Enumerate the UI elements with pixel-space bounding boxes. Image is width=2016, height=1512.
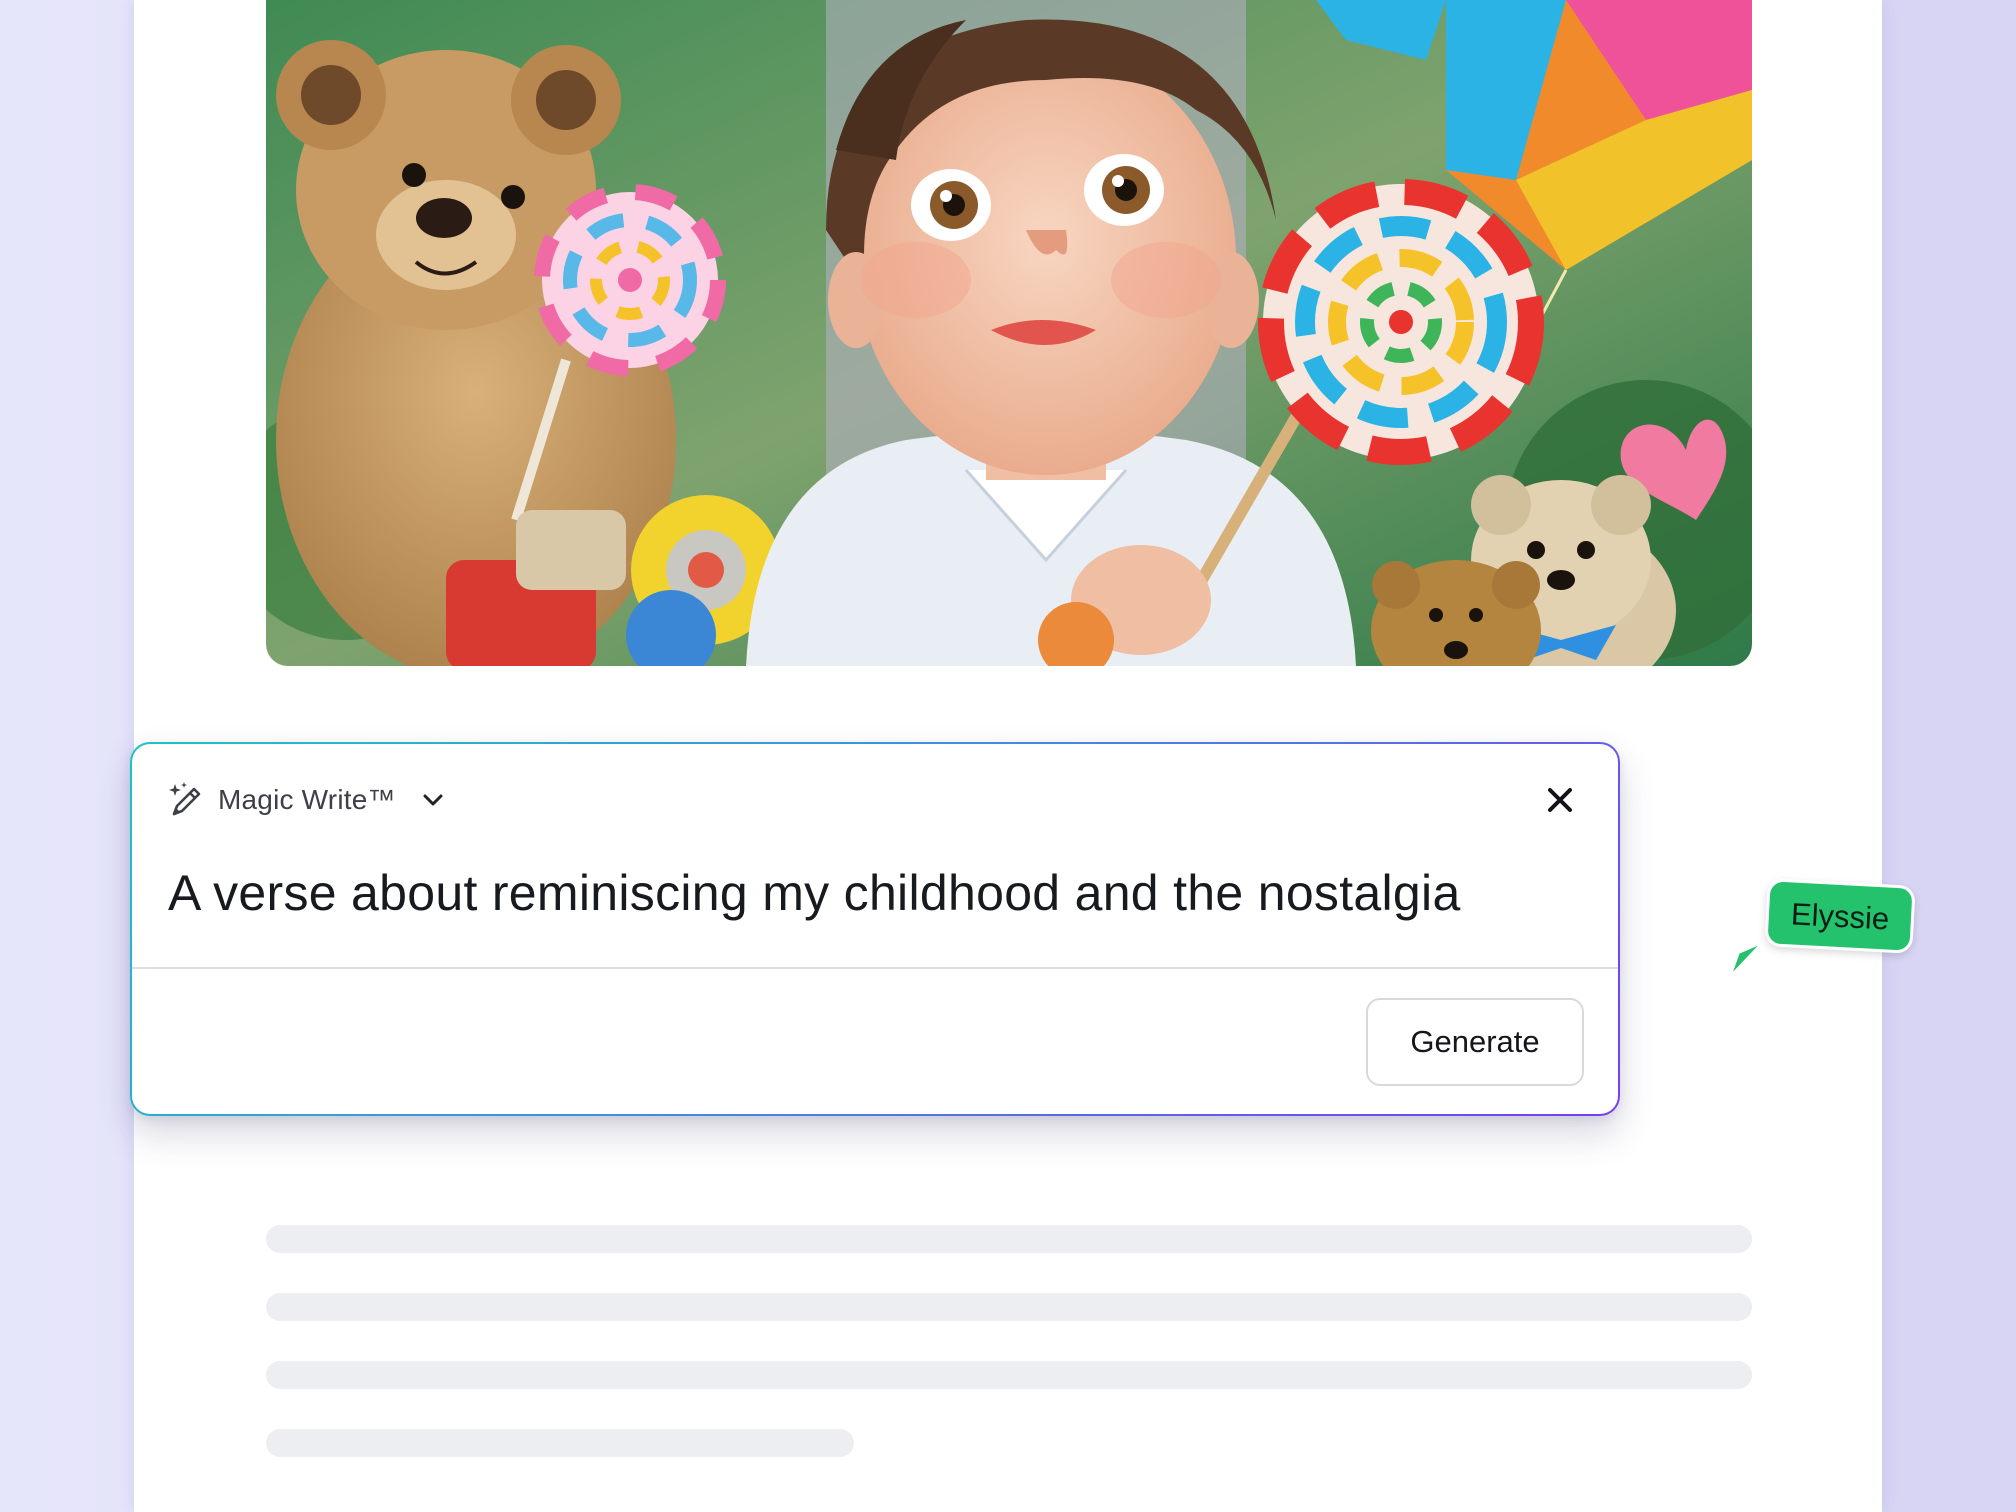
chevron-down-icon: [420, 787, 446, 813]
collaborator-name-tag: Elyssie: [1764, 878, 1916, 954]
panel-divider: [132, 967, 1618, 969]
illustration-artwork: [266, 0, 1752, 666]
magic-write-title: Magic Write™: [218, 784, 396, 815]
skeleton-line: [266, 1293, 1752, 1321]
skeleton-line: [266, 1225, 1752, 1253]
close-icon: [1545, 785, 1575, 815]
prompt-input[interactable]: A verse about reminiscing my childhood a…: [168, 864, 1568, 922]
magic-pencil-sparkle-icon: [166, 780, 206, 820]
magic-write-panel: Magic Write™ A verse about reminiscing m…: [130, 742, 1620, 1116]
magic-write-dropdown[interactable]: Magic Write™: [166, 778, 446, 822]
childhood-illustration[interactable]: [266, 0, 1752, 666]
magic-write-panel-body: Magic Write™ A verse about reminiscing m…: [132, 744, 1618, 1114]
collaborator-cursor-icon: [1722, 934, 1772, 989]
skeleton-line-short: [266, 1429, 854, 1457]
generate-button[interactable]: Generate: [1366, 998, 1584, 1086]
skeleton-line: [266, 1361, 1752, 1389]
close-button[interactable]: [1538, 778, 1582, 822]
